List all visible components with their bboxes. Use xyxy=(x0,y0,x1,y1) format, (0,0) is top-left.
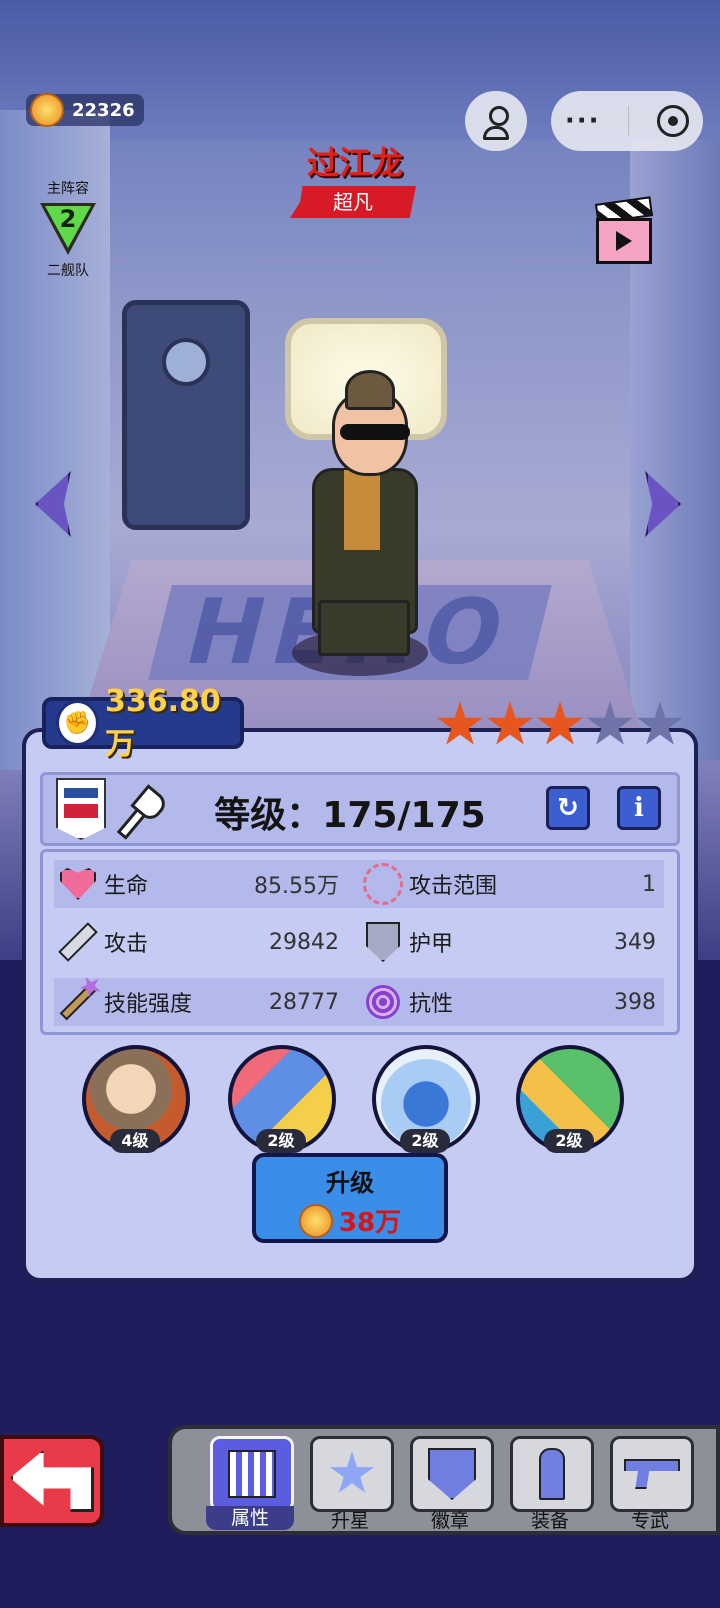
play-icon xyxy=(596,218,652,264)
refresh-icon: ↻ xyxy=(557,793,579,823)
stat-value: 1 xyxy=(642,871,656,897)
combat-power: ✊ 336.80万 xyxy=(42,684,244,762)
squad-label: 二舰队 xyxy=(47,263,89,279)
stat-label: 抗性 xyxy=(409,992,454,1017)
ammo-icon xyxy=(539,1448,565,1500)
skill-3[interactable]: 2级 xyxy=(372,1045,480,1153)
stat-label: 生命 xyxy=(104,874,149,899)
stat-value: 29842 xyxy=(269,929,339,955)
capsule-divider xyxy=(628,106,630,136)
stat-resistance: 抗性 398 xyxy=(359,978,664,1026)
axe-class-icon xyxy=(110,784,170,840)
skill-level: 2级 xyxy=(544,1129,594,1153)
upgrade-cost-value: 38万 xyxy=(338,1208,402,1238)
tab-label: 装备 xyxy=(530,1510,569,1532)
attributes-icon xyxy=(228,1450,276,1498)
stat-row: 生命 85.55万 攻击范围 1 xyxy=(54,860,664,908)
character-shirt xyxy=(344,470,380,550)
stat-row: 技能强度 28777 抗性 398 xyxy=(54,978,664,1026)
stat-attack: 攻击 29842 xyxy=(54,918,359,966)
stat-value: 28777 xyxy=(269,989,339,1015)
stat-label: 攻击 xyxy=(104,932,149,957)
tab-attributes[interactable]: 属性 xyxy=(206,1432,294,1530)
character-sunglasses xyxy=(340,424,410,440)
wand-icon xyxy=(59,983,97,1021)
faction-flag-icon xyxy=(56,778,106,840)
shield-icon xyxy=(366,922,400,962)
tab-label: 徽章 xyxy=(430,1510,469,1532)
sword-icon xyxy=(58,922,98,962)
star-empty-icon xyxy=(636,701,684,745)
upgrade-button[interactable]: 升级 38万 xyxy=(252,1153,448,1243)
fist-icon: ✊ xyxy=(56,700,100,746)
power-value: 336.80万 xyxy=(105,683,221,762)
person-icon xyxy=(483,106,509,140)
info-button[interactable]: i xyxy=(617,786,661,830)
close-target-icon[interactable] xyxy=(657,105,690,137)
prev-hero-button[interactable] xyxy=(32,462,74,546)
tab-label: 专武 xyxy=(630,1510,669,1532)
tab-badge[interactable]: 徽章 xyxy=(406,1432,494,1532)
gold-coin-icon xyxy=(30,93,64,127)
star-empty-icon xyxy=(586,701,634,745)
tab-label: 升星 xyxy=(330,1510,369,1532)
clapperboard-icon[interactable] xyxy=(594,196,654,264)
skill-level: 2级 xyxy=(400,1129,450,1153)
stat-hp: 生命 85.55万 xyxy=(54,860,359,908)
rank-banner: 超凡 xyxy=(290,186,416,218)
range-icon xyxy=(363,863,403,905)
level-text: 等级：175/175 xyxy=(214,795,486,836)
chevron-left-icon xyxy=(35,471,71,537)
heart-icon xyxy=(60,868,96,900)
stat-label: 技能强度 xyxy=(104,992,193,1017)
tab-label: 属性 xyxy=(206,1506,294,1530)
back-arrow-icon xyxy=(10,1450,94,1512)
stat-value: 349 xyxy=(614,929,656,955)
character-hair xyxy=(345,370,395,410)
stat-row: 攻击 29842 护甲 349 xyxy=(54,918,664,966)
gun-icon xyxy=(624,1459,680,1489)
stat-skill-power: 技能强度 28777 xyxy=(54,978,359,1026)
stat-range: 攻击范围 1 xyxy=(359,860,664,908)
badge-icon xyxy=(428,1448,476,1500)
stat-value: 398 xyxy=(614,989,656,1015)
refresh-button[interactable]: ↻ xyxy=(546,786,590,830)
character-legs xyxy=(318,600,410,656)
stat-label: 攻击范围 xyxy=(409,874,498,899)
back-button[interactable] xyxy=(0,1435,104,1527)
stat-value: 85.55万 xyxy=(254,874,339,899)
tab-equipment[interactable]: 装备 xyxy=(506,1432,594,1532)
chevron-right-icon xyxy=(645,471,681,537)
skill-level: 2级 xyxy=(256,1129,306,1153)
capsule-menu: ··· xyxy=(551,91,703,151)
skill-level: 4级 xyxy=(110,1129,160,1153)
upgrade-cost: 38万 xyxy=(256,1202,444,1239)
gold-coin-icon xyxy=(298,1203,333,1238)
next-hero-button[interactable] xyxy=(642,462,684,546)
stat-label: 护甲 xyxy=(409,932,454,957)
skill-2[interactable]: 2级 xyxy=(228,1045,336,1153)
stat-armor: 护甲 349 xyxy=(359,918,664,966)
porthole xyxy=(162,338,210,386)
upgrade-label: 升级 xyxy=(326,1169,374,1197)
gold-amount: 22326 xyxy=(72,99,135,121)
star-filled-icon xyxy=(486,701,534,745)
gold-balance: 22326 xyxy=(26,93,144,127)
star-up-icon xyxy=(329,1451,375,1493)
tab-star-up[interactable]: 升星 xyxy=(306,1432,394,1532)
star-filled-icon xyxy=(536,701,584,745)
tab-exclusive-weapon[interactable]: 专武 xyxy=(606,1432,694,1532)
profile-button[interactable] xyxy=(465,91,527,151)
star-rating xyxy=(436,701,684,749)
skill-1[interactable]: 4级 xyxy=(82,1045,190,1153)
hatch-door xyxy=(122,300,250,530)
lineup-label: 主阵容 xyxy=(47,181,89,197)
skill-4[interactable]: 2级 xyxy=(516,1045,624,1153)
resist-icon xyxy=(366,985,400,1019)
hero-name: 过江龙 xyxy=(306,144,403,182)
more-icon[interactable]: ··· xyxy=(565,106,601,136)
star-filled-icon xyxy=(436,701,484,745)
